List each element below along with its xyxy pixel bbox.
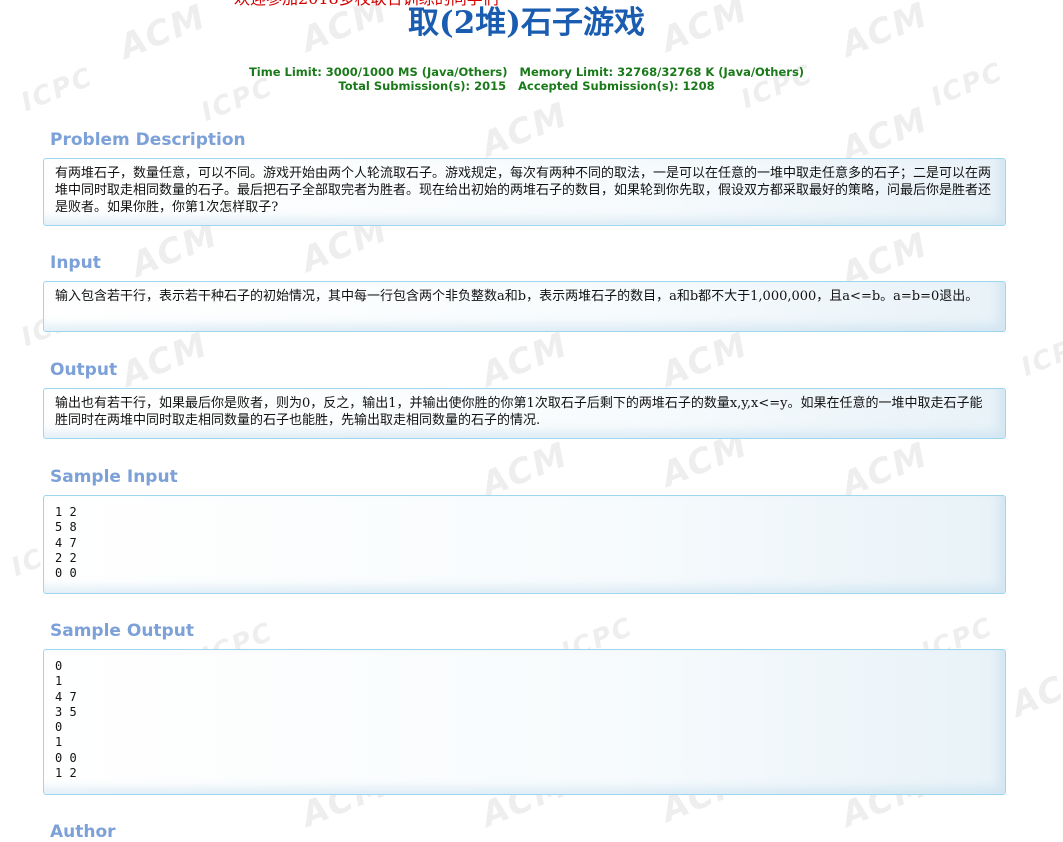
sample-output-line: 3 5: [55, 704, 77, 719]
time-limit: Time Limit: 3000/1000 MS (Java/Others): [248, 65, 508, 79]
output-panel: 输出也有若干行，如果最后你是败者，则为0，反之，输出1，并输出使你胜的你第1次取…: [43, 388, 1006, 439]
accepted-submissions: Accepted Submission(s): 1208: [518, 79, 715, 93]
watermark-icpc: ICPC: [1017, 327, 1063, 383]
sample-output-line: 4 7: [55, 689, 77, 704]
sample-input-panel: 1 25 84 72 20 0: [43, 495, 1006, 594]
sample-output-line: 0: [55, 659, 63, 673]
limits-line-2: Total Submission(s): 2015 Accepted Submis…: [0, 79, 1053, 93]
problem-description-heading: Problem Description: [50, 130, 246, 150]
watermark-acm: ACM: [1005, 654, 1063, 726]
output-heading: Output: [50, 360, 118, 380]
input-heading: Input: [50, 253, 101, 273]
total-submissions: Total Submission(s): 2015: [338, 79, 507, 93]
sample-input-line: 0 0: [55, 566, 77, 581]
sample-input-heading: Sample Input: [50, 467, 178, 487]
watermark-acm: ACM: [655, 324, 755, 396]
sample-output-heading: Sample Output: [50, 621, 194, 641]
watermark-acm: ACM: [475, 94, 575, 166]
sample-output-line: 1 2: [55, 766, 77, 781]
sample-input-line: 5 8: [55, 520, 77, 535]
watermark-acm: ACM: [115, 324, 215, 396]
sample-output-panel: 014 73 5010 01 2: [43, 649, 1006, 795]
author-heading: Author: [50, 822, 116, 842]
sample-output-line: 0: [55, 720, 63, 735]
sample-input-line: 1 2: [55, 505, 77, 519]
watermark-acm: ACM: [475, 324, 575, 396]
sample-input-line: 4 7: [55, 535, 77, 550]
sample-output-line: 1: [55, 674, 63, 689]
sample-output-line: 1: [55, 735, 63, 750]
input-panel: 输入包含若干行，表示若干种石子的初始情况，其中每一行包含两个非负整数a和b，表示…: [43, 281, 1006, 332]
memory-limit: Memory Limit: 32768/32768 K (Java/Others…: [519, 65, 805, 79]
sample-output-line: 0 0: [55, 750, 77, 765]
problem-limits: Time Limit: 3000/1000 MS (Java/Others) Me…: [0, 65, 1053, 93]
problem-description-panel: 有两堆石子，数量任意，可以不同。游戏开始由两个人轮流取石子。游戏规定，每次有两种…: [43, 158, 1006, 226]
page-title: 取(2堆)石子游戏: [408, 5, 645, 41]
limits-line-1: Time Limit: 3000/1000 MS (Java/Others) Me…: [0, 65, 1053, 79]
sample-input-line: 2 2: [55, 550, 77, 565]
